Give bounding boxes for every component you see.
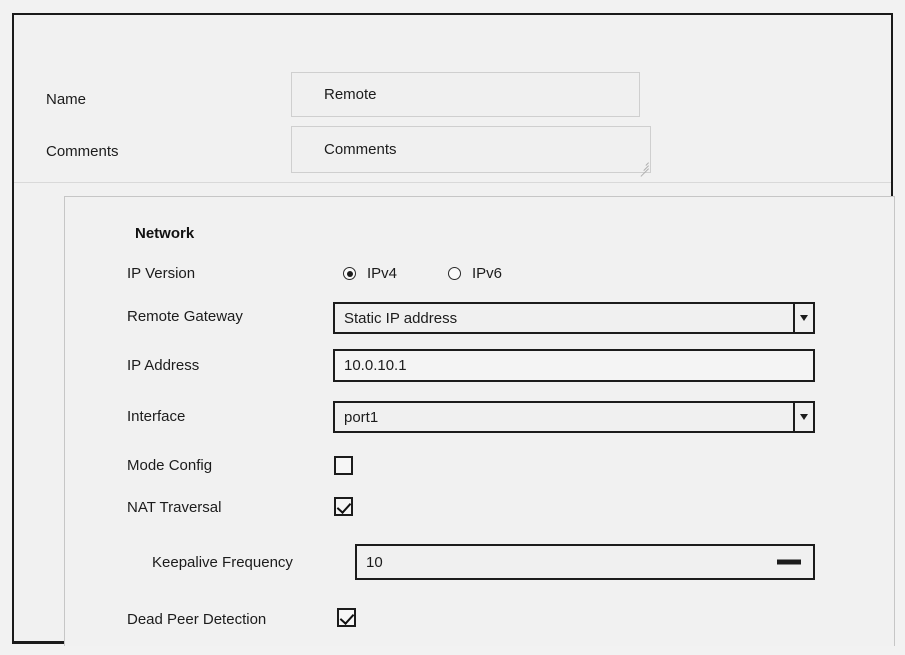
comments-textarea[interactable]: Comments: [291, 126, 651, 173]
keepalive-frequency-input[interactable]: 10: [355, 544, 815, 580]
header-divider: [14, 182, 891, 183]
keepalive-frequency-value: 10: [366, 553, 383, 571]
radio-ipv4-label: IPv4: [367, 265, 398, 282]
radio-ipv6[interactable]: IPv6: [448, 265, 502, 282]
network-panel: Network IP Version IPv4 IPv6 Remote Gate…: [64, 196, 895, 646]
remote-gateway-label: Remote Gateway: [127, 308, 243, 325]
name-label: Name: [46, 91, 87, 108]
ip-address-label: IP Address: [127, 357, 200, 374]
keepalive-frequency-label: Keepalive Frequency: [152, 554, 293, 571]
mode-config-checkbox[interactable]: [334, 456, 353, 475]
minus-icon[interactable]: [777, 559, 801, 565]
nat-traversal-label: NAT Traversal: [127, 499, 222, 516]
interface-label: Interface: [127, 408, 186, 425]
ip-address-input[interactable]: 10.0.10.1: [333, 349, 815, 382]
dialog-frame: Name Remote Comments Comments Network IP…: [12, 13, 895, 646]
vpn-wizard-screen: Name Remote Comments Comments Network IP…: [0, 0, 905, 655]
interface-value: port1: [344, 408, 379, 426]
interface-select[interactable]: port1: [333, 401, 815, 433]
chevron-down-icon[interactable]: [793, 403, 813, 431]
remote-gateway-select[interactable]: Static IP address: [333, 302, 815, 334]
remote-gateway-value: Static IP address: [344, 309, 458, 327]
radio-ipv4-indicator: [343, 267, 356, 280]
mode-config-label: Mode Config: [127, 457, 213, 474]
comments-label: Comments: [46, 143, 119, 160]
dead-peer-detection-checkbox[interactable]: [337, 608, 356, 627]
nat-traversal-checkbox[interactable]: [334, 497, 353, 516]
name-input[interactable]: Remote: [291, 72, 640, 117]
chevron-down-icon[interactable]: [793, 304, 813, 332]
dead-peer-detection-label: Dead Peer Detection: [127, 611, 267, 628]
panel-right-border: [894, 197, 895, 646]
radio-ipv6-label: IPv6: [472, 265, 503, 282]
network-section-heading: Network: [135, 225, 195, 242]
radio-ipv4[interactable]: IPv4: [343, 265, 397, 282]
ip-version-label: IP Version: [127, 265, 196, 282]
radio-ipv6-indicator: [448, 267, 461, 280]
